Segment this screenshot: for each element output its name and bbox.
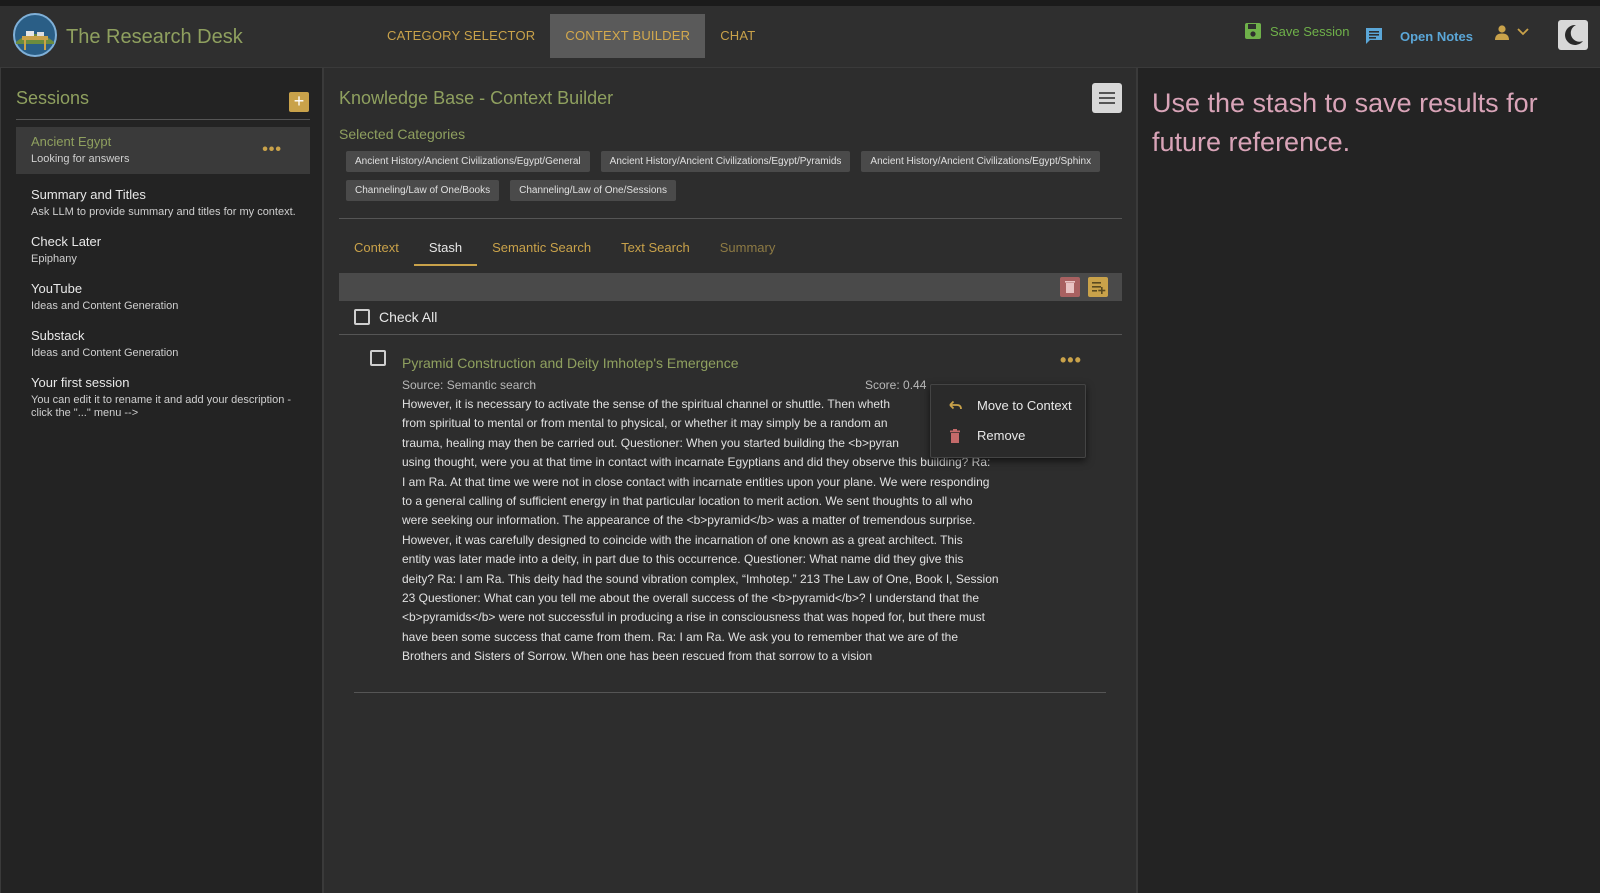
user-icon bbox=[1495, 25, 1509, 40]
app-header: The Research Desk CATEGORY SELECTOR CONT… bbox=[0, 6, 1600, 68]
selected-categories-title: Selected Categories bbox=[339, 126, 466, 142]
menu-item-move-to-context[interactable]: Move to Context bbox=[931, 391, 1087, 420]
menu-item-label: Remove bbox=[977, 428, 1026, 443]
save-session-label: Save Session bbox=[1270, 23, 1350, 39]
open-notes-button[interactable]: Open Notes bbox=[1364, 26, 1473, 46]
help-panel: Use the stash to save results for future… bbox=[1138, 68, 1600, 893]
session-desc: You can edit it to rename it and add you… bbox=[31, 394, 292, 419]
result-score: Score: 0.44 bbox=[865, 378, 927, 392]
category-chip[interactable]: Ancient History/Ancient Civilizations/Eg… bbox=[346, 151, 590, 172]
session-desc: Epiphany bbox=[31, 253, 77, 265]
result-text-line: were seeking our information. The appear… bbox=[402, 513, 976, 528]
tab-summary[interactable]: Summary bbox=[705, 232, 791, 266]
menu-bar bbox=[1099, 102, 1115, 104]
session-name: YouTube bbox=[31, 281, 83, 296]
session-item[interactable]: Check Later Epiphany bbox=[16, 227, 310, 274]
result-text-line: <b>pyramids</b> were not successful in p… bbox=[402, 610, 985, 625]
session-name: Check Later bbox=[31, 234, 102, 249]
session-desc: Looking for answers bbox=[31, 153, 130, 165]
session-item[interactable]: Summary and Titles Ask LLM to provide su… bbox=[16, 180, 310, 227]
tab-text-search[interactable]: Text Search bbox=[606, 232, 705, 266]
research-desk-logo[interactable] bbox=[12, 12, 58, 58]
app-title: The Research Desk bbox=[66, 26, 243, 48]
moon-icon bbox=[1565, 24, 1583, 45]
page-title: Knowledge Base - Context Builder bbox=[339, 88, 614, 108]
nav-tab-chat[interactable]: CHAT bbox=[705, 14, 770, 58]
user-menu[interactable] bbox=[1494, 24, 1530, 40]
category-chips: Ancient History/Ancient Civilizations/Eg… bbox=[346, 151, 1106, 201]
result-context-menu: Move to Context Remove bbox=[930, 384, 1086, 458]
content-tabs: Context Stash Semantic Search Text Searc… bbox=[339, 232, 790, 266]
menu-item-remove[interactable]: Remove bbox=[931, 421, 1087, 450]
more-options-icon[interactable]: ••• bbox=[1060, 350, 1082, 371]
menu-bar bbox=[1099, 97, 1115, 99]
result-text-line: Brothers and Sisters of Sorrow. When one… bbox=[402, 649, 873, 664]
sidebar-divider bbox=[16, 119, 310, 120]
playlist-add-icon bbox=[1092, 282, 1106, 294]
undo-arrow-icon bbox=[949, 400, 962, 410]
trash-icon bbox=[1065, 281, 1075, 293]
session-name: Summary and Titles bbox=[31, 187, 146, 202]
menu-bar bbox=[1099, 92, 1115, 94]
chevron-down-icon bbox=[1517, 28, 1529, 36]
theme-toggle-button[interactable] bbox=[1558, 20, 1588, 50]
category-chip[interactable]: Ancient History/Ancient Civilizations/Eg… bbox=[600, 151, 851, 172]
session-name: Your first session bbox=[31, 375, 130, 390]
tab-stash[interactable]: Stash bbox=[413, 232, 478, 266]
result-text-line: 23 Questioner: What can you tell me abou… bbox=[402, 591, 980, 606]
category-chip[interactable]: Ancient History/Ancient Civilizations/Eg… bbox=[861, 151, 1101, 172]
trash-icon bbox=[950, 429, 960, 443]
chat-bubble-icon bbox=[1366, 28, 1382, 44]
nav-tab-category-selector[interactable]: CATEGORY SELECTOR bbox=[372, 14, 550, 58]
nav-tab-context-builder[interactable]: CONTEXT BUILDER bbox=[550, 14, 706, 58]
tab-context[interactable]: Context bbox=[339, 232, 414, 266]
session-desc: Ideas and Content Generation bbox=[31, 300, 179, 312]
session-item[interactable]: Substack Ideas and Content Generation bbox=[16, 321, 310, 368]
session-name: Ancient Egypt bbox=[31, 134, 112, 149]
session-name: Substack bbox=[31, 328, 85, 343]
session-desc: Ideas and Content Generation bbox=[31, 347, 179, 359]
sessions-title: Sessions bbox=[16, 88, 90, 108]
open-notes-label: Open Notes bbox=[1400, 28, 1473, 44]
session-desc: Ask LLM to provide summary and titles fo… bbox=[31, 206, 296, 218]
save-icon bbox=[1245, 23, 1261, 39]
check-all-label: Check All bbox=[379, 309, 438, 325]
context-builder-panel: Knowledge Base - Context Builder Selecte… bbox=[324, 68, 1138, 893]
list-divider bbox=[339, 334, 1122, 335]
result-source: Source: Semantic search bbox=[402, 378, 537, 392]
hamburger-menu-button[interactable] bbox=[1092, 83, 1122, 113]
session-item[interactable]: YouTube Ideas and Content Generation bbox=[16, 274, 310, 321]
result-text-line: have been some success that came from th… bbox=[402, 629, 959, 644]
result-divider bbox=[354, 692, 1106, 693]
category-chip[interactable]: Channeling/Law of One/Books bbox=[346, 180, 500, 201]
result-text-line: I am Ra. At that time we were not in clo… bbox=[402, 474, 990, 489]
result-text-line: to a general calling of sufficient energ… bbox=[402, 494, 973, 509]
session-item[interactable]: Your first session You can edit it to re… bbox=[16, 368, 310, 428]
more-options-icon[interactable]: ••• bbox=[262, 141, 282, 159]
section-divider bbox=[339, 218, 1122, 219]
tab-semantic-search[interactable]: Semantic Search bbox=[477, 232, 606, 266]
sessions-sidebar: Sessions + Ancient Egypt Looking for ans… bbox=[0, 68, 324, 893]
menu-item-label: Move to Context bbox=[977, 398, 1072, 413]
result-text-line: entity was later made into a deity, in p… bbox=[402, 552, 964, 567]
result-title[interactable]: Pyramid Construction and Deity Imhotep's… bbox=[402, 355, 739, 371]
stash-toolbar bbox=[339, 273, 1122, 301]
session-list: Ancient Egypt Looking for answers ••• Su… bbox=[16, 127, 310, 428]
result-text-line: However, it was carefully designed to co… bbox=[402, 532, 963, 547]
main-nav: CATEGORY SELECTOR CONTEXT BUILDER CHAT bbox=[372, 14, 770, 58]
delete-selected-button[interactable] bbox=[1060, 277, 1080, 297]
result-text-line: deity? Ra: I am Ra. This deity had the s… bbox=[402, 571, 999, 586]
save-session-button[interactable]: Save Session bbox=[1244, 22, 1350, 40]
add-session-button[interactable]: + bbox=[289, 92, 309, 112]
check-all-checkbox[interactable] bbox=[354, 309, 370, 325]
session-item[interactable]: Ancient Egypt Looking for answers ••• bbox=[16, 127, 310, 174]
check-all-control[interactable]: Check All bbox=[354, 309, 437, 325]
add-to-context-button[interactable] bbox=[1088, 277, 1108, 297]
category-chip[interactable]: Channeling/Law of One/Sessions bbox=[510, 180, 676, 201]
result-checkbox[interactable] bbox=[370, 350, 386, 366]
help-text: Use the stash to save results for future… bbox=[1152, 88, 1538, 157]
